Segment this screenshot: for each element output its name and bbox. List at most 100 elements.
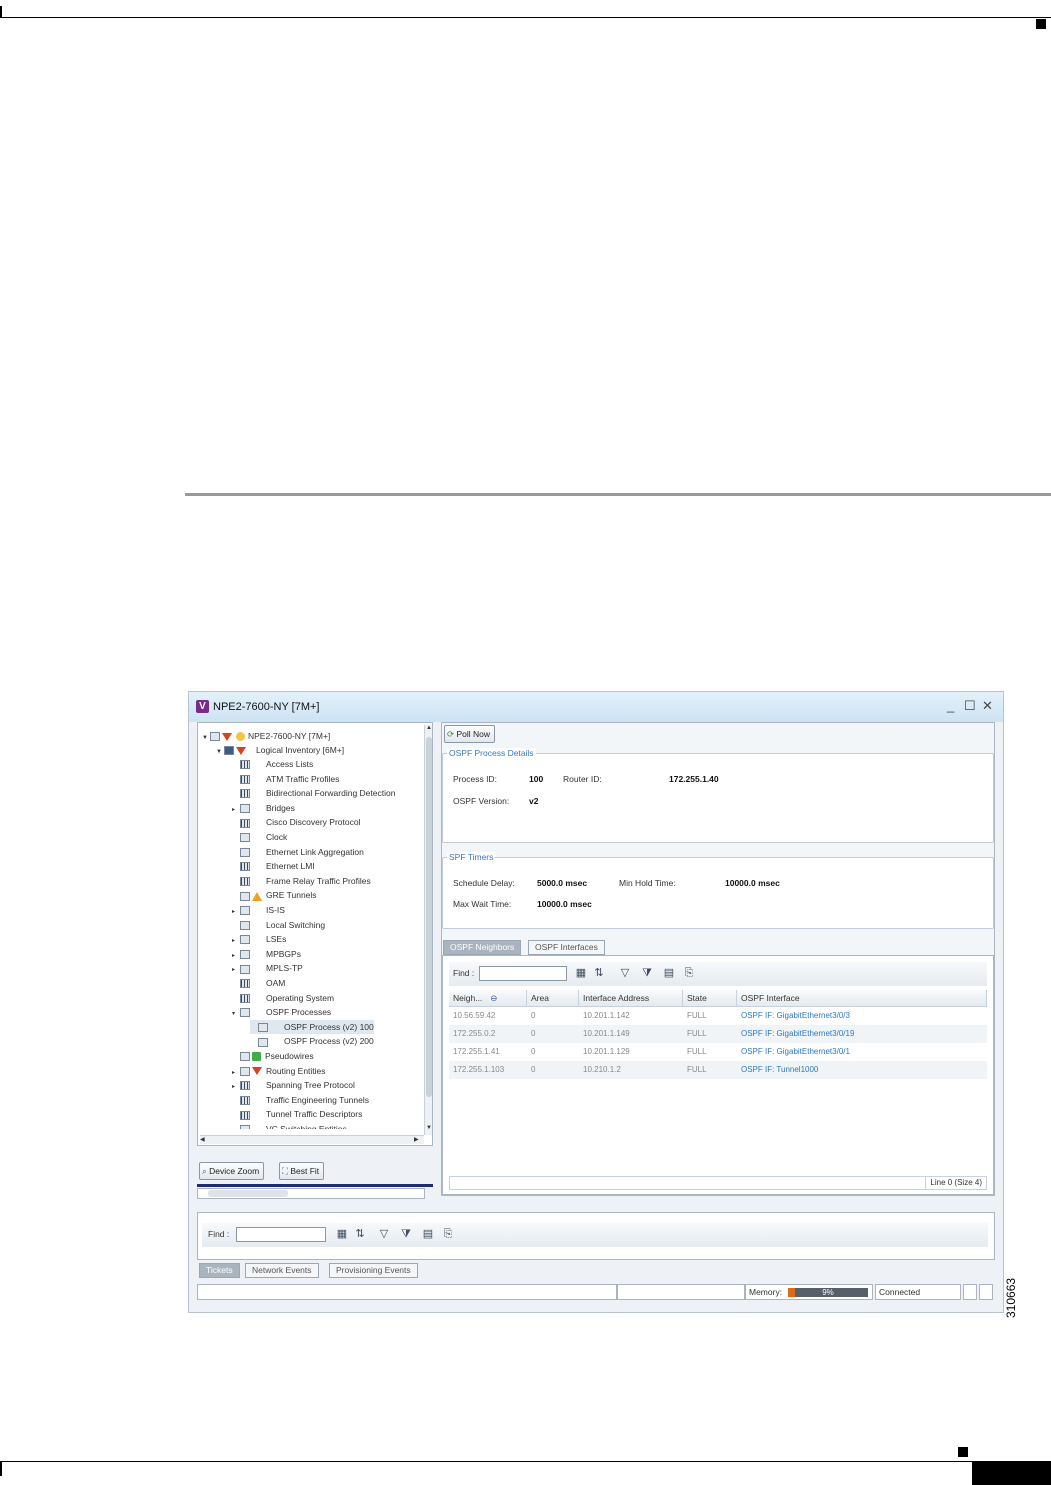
ospf-interface-link[interactable]: OSPF IF: GigabitEthernet3/0/19 xyxy=(737,1025,987,1043)
ospf-interface-link[interactable]: OSPF IF: Tunnel1000 xyxy=(737,1061,987,1079)
table-cell: 10.210.1.2 xyxy=(583,1065,621,1074)
column-header-label: Interface Address xyxy=(583,993,650,1003)
node-icon xyxy=(240,877,250,887)
section-legend: OSPF Process Details xyxy=(447,748,536,758)
tickets-find-input[interactable] xyxy=(236,1227,326,1242)
bottom-tab[interactable]: Provisioning Events xyxy=(329,1263,418,1278)
overview-bar xyxy=(197,1184,433,1187)
tree-item[interactable]: OSPF Process (v2) 200 xyxy=(250,1034,374,1048)
sort-ascending-icon[interactable]: ⊖ xyxy=(490,993,497,1003)
filter-icon[interactable]: ▽ xyxy=(378,1229,390,1240)
column-header[interactable]: Area xyxy=(527,990,579,1007)
tree-logical-inventory[interactable]: ▼ Logical Inventory [6M+] xyxy=(216,743,344,757)
tree-item[interactable]: OSPF Process (v2) 100 xyxy=(250,1019,374,1034)
scrollbar-thumb[interactable] xyxy=(208,1190,288,1197)
tree-item-label: VC Switching Entities xyxy=(266,1124,347,1129)
maximize-icon[interactable]: ☐ xyxy=(964,698,976,714)
ospf-interface-link[interactable]: OSPF IF: GigabitEthernet3/0/3 xyxy=(737,1007,987,1025)
poll-now-button[interactable]: ⟳ Poll Now xyxy=(444,725,496,743)
tree-item[interactable]: OAM xyxy=(232,976,285,990)
column-header[interactable]: State xyxy=(683,990,737,1007)
neighbors-panel: Find : ▦ ⇅ ▽ ⧩ ▤ ⎘ Neigh... ⊖ Area Interfac… xyxy=(442,955,994,1195)
tree-root[interactable]: ▼ NPE2-7600-NY [7M+] xyxy=(202,729,330,743)
find-label: Find : xyxy=(208,1229,230,1239)
tree-item[interactable]: Cisco Discovery Protocol xyxy=(232,815,360,829)
column-header-label: OSPF Interface xyxy=(741,993,800,1003)
tree-item[interactable]: ▸ Routing Entities xyxy=(232,1064,326,1078)
scrollbar-thumb[interactable] xyxy=(426,737,432,1097)
tree-item[interactable]: Access Lists xyxy=(232,757,313,771)
overview-scrollbar[interactable] xyxy=(197,1188,425,1199)
tree-vertical-scrollbar[interactable]: ▲ ▼ xyxy=(424,725,432,1135)
bottom-tab[interactable]: Tickets xyxy=(199,1263,240,1278)
advanced-filter-icon[interactable]: ⧩ xyxy=(641,968,653,979)
export-icon[interactable]: ⎘ xyxy=(683,968,695,979)
scroll-left-icon[interactable]: ◀ xyxy=(200,1136,205,1143)
tab-ospf-interfaces[interactable]: OSPF Interfaces xyxy=(528,940,605,955)
tree-item[interactable]: Ethernet Link Aggregation xyxy=(232,845,364,859)
sort-icon[interactable]: ⇅ xyxy=(593,968,605,979)
tree-item[interactable]: ▸ Spanning Tree Protocol xyxy=(232,1078,355,1092)
table-cell: 10.201.1.129 xyxy=(583,1047,630,1056)
calendar-icon[interactable]: ▦ xyxy=(575,968,587,979)
tab-ospf-neighbors[interactable]: OSPF Neighbors xyxy=(443,940,522,955)
tree-item-label: Access Lists xyxy=(266,759,314,769)
device-zoom-button[interactable]: ⌕ Device Zoom xyxy=(199,1162,265,1180)
table-row[interactable]: 172.255.1.41 0 10.201.1.129 FULL OSPF IF: Gi… xyxy=(449,1043,987,1061)
tree-item[interactable]: ATM Traffic Profiles xyxy=(232,772,339,786)
column-header[interactable]: OSPF Interface xyxy=(737,990,987,1007)
scroll-right-icon[interactable]: ▶ xyxy=(414,1136,419,1143)
tree-item[interactable]: Bidirectional Forwarding Detection xyxy=(232,786,395,800)
node-icon xyxy=(240,964,250,974)
tree-horizontal-scrollbar[interactable]: ◀ ▶ xyxy=(200,1135,424,1144)
tree-item[interactable]: ▸ MPBGPs xyxy=(232,947,301,961)
tree-item[interactable]: ▾ OSPF Processes xyxy=(232,1005,331,1019)
tree-item[interactable]: Local Switching xyxy=(232,918,325,932)
tree-item[interactable]: Ethernet LMI xyxy=(232,859,315,873)
ospf-interface-link[interactable]: OSPF IF: GigabitEthernet3/0/1 xyxy=(737,1043,987,1061)
calendar-icon[interactable]: ▦ xyxy=(336,1229,348,1240)
tree-item[interactable]: ▸ IS-IS xyxy=(232,903,285,917)
footer-rule xyxy=(0,1461,1051,1462)
tree-item[interactable]: Operating System xyxy=(232,991,334,1005)
tree-item[interactable]: Traffic Engineering Tunnels xyxy=(232,1093,369,1107)
table-options-icon[interactable]: ▤ xyxy=(663,968,675,979)
best-fit-button[interactable]: ⛶ Best Fit xyxy=(279,1162,325,1180)
sort-icon[interactable]: ⇅ xyxy=(354,1229,366,1240)
expand-icon[interactable]: ▸ xyxy=(232,1124,240,1129)
minimize-icon[interactable]: _ xyxy=(947,698,954,713)
tree-item[interactable]: GRE Tunnels xyxy=(232,888,317,902)
warning-icon xyxy=(252,891,262,901)
tree-item[interactable]: Frame Relay Traffic Profiles xyxy=(232,874,371,888)
table-row[interactable]: 10.56.59.42 0 10.201.1.142 FULL OSPF IF: Gig… xyxy=(449,1007,987,1025)
scroll-down-icon[interactable]: ▼ xyxy=(425,1125,433,1135)
collapse-icon[interactable]: ▾ xyxy=(232,1007,240,1021)
table-cell: FULL xyxy=(687,1011,707,1020)
tree-item[interactable]: Tunnel Traffic Descriptors xyxy=(232,1107,362,1121)
tree-item[interactable]: Clock xyxy=(232,830,287,844)
column-header[interactable]: Interface Address xyxy=(579,990,683,1007)
table-options-icon[interactable]: ▤ xyxy=(422,1229,434,1240)
table-row[interactable]: 172.255.0.2 0 10.201.1.149 FULL OSPF IF: Gig… xyxy=(449,1025,987,1043)
tree-item-label: MPBGPs xyxy=(266,948,301,959)
scroll-up-icon[interactable]: ▲ xyxy=(425,725,433,735)
table-row[interactable]: 172.255.1.103 0 10.210.1.2 FULL OSPF IF: Tun… xyxy=(449,1061,987,1079)
close-icon[interactable]: ✕ xyxy=(982,698,993,714)
tree-item[interactable]: Pseudowires xyxy=(232,1049,314,1063)
inventory-tree: ▼ NPE2-7600-NY [7M+] ▼ Logical Inventory [… xyxy=(202,729,420,1129)
find-input[interactable] xyxy=(479,966,567,981)
table-cell: FULL xyxy=(687,1029,707,1038)
tree-item[interactable]: ▸ Bridges xyxy=(232,801,295,815)
advanced-filter-icon[interactable]: ⧩ xyxy=(400,1229,412,1240)
tree-item[interactable]: ▸ VC Switching Entities xyxy=(232,1122,347,1129)
tree-item[interactable]: ▸ LSEs xyxy=(232,932,286,946)
column-header[interactable]: Neigh... ⊖ xyxy=(449,990,527,1007)
alarm-icon xyxy=(222,732,232,741)
tree-item[interactable]: ▸ MPLS-TP xyxy=(232,961,303,975)
table-cell: FULL xyxy=(687,1047,707,1056)
bottom-tab[interactable]: Network Events xyxy=(245,1263,319,1278)
section-legend: SPF Timers xyxy=(447,852,496,862)
ok-icon xyxy=(252,1052,261,1062)
filter-icon[interactable]: ▽ xyxy=(619,968,631,979)
export-icon[interactable]: ⎘ xyxy=(442,1229,454,1240)
